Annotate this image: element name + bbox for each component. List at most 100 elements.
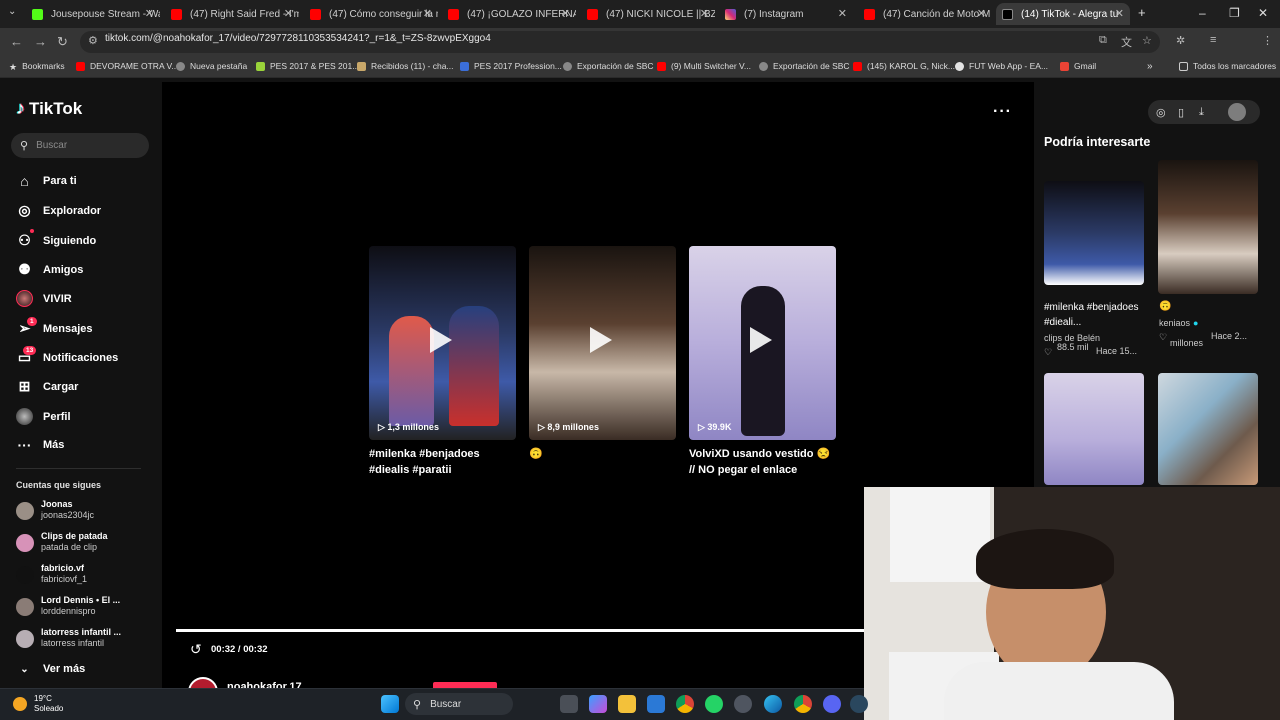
sidebar-item-mas[interactable]: ··· Más bbox=[16, 437, 65, 453]
close-icon[interactable]: ✕ bbox=[284, 7, 293, 20]
sidebar-item-explorador[interactable]: ◎ Explorador bbox=[16, 202, 101, 219]
following-account[interactable]: Lord Dennis • El ... lorddennispro bbox=[16, 595, 120, 617]
new-tab-icon[interactable]: + bbox=[1138, 5, 1146, 20]
user-avatar[interactable] bbox=[1228, 103, 1246, 121]
coin-icon[interactable]: ◎ bbox=[1156, 106, 1166, 119]
store-icon[interactable] bbox=[647, 695, 665, 713]
close-icon[interactable]: ✕ bbox=[423, 7, 432, 20]
more-options-icon[interactable]: ··· bbox=[993, 103, 1012, 121]
sidebar-divider bbox=[16, 468, 141, 469]
discord-icon[interactable] bbox=[823, 695, 841, 713]
following-account[interactable]: fabricio.vf fabriciovf_1 bbox=[16, 563, 87, 585]
sidebar-item-perfil[interactable]: Perfil bbox=[16, 408, 71, 425]
tab-2[interactable]: (47) Cómo conseguir la m ✕ bbox=[304, 3, 438, 25]
sidebar-item-amigos[interactable]: ⚉ Amigos bbox=[16, 261, 83, 278]
chevron-down-icon: ⌄ bbox=[20, 663, 29, 675]
recommended-caption[interactable]: 🙃 bbox=[1159, 299, 1171, 314]
tab-3[interactable]: (47) ¡GOLAZO INFERNAL ✕ bbox=[442, 3, 576, 25]
recommended-thumbnail[interactable] bbox=[1044, 181, 1144, 285]
close-icon[interactable]: ✕ bbox=[145, 7, 154, 20]
video-caption[interactable]: VolviXD usando vestido 😒 // NO pegar el … bbox=[689, 446, 839, 478]
reload-icon[interactable]: ↻ bbox=[57, 34, 68, 50]
whatsapp-icon[interactable] bbox=[705, 695, 723, 713]
chrome-icon[interactable] bbox=[676, 695, 694, 713]
close-icon[interactable]: ✕ bbox=[1115, 7, 1124, 20]
bookmark-item[interactable]: (145) KAROL G, Nick... bbox=[853, 61, 955, 71]
video-caption[interactable]: 🙃 bbox=[529, 446, 679, 462]
recommended-thumbnail[interactable] bbox=[1044, 373, 1144, 485]
close-icon[interactable]: ✕ bbox=[838, 7, 847, 20]
bookmark-item[interactable]: FUT Web App - EA... bbox=[955, 61, 1048, 71]
related-video-card[interactable]: ▷ 8,9 millones bbox=[529, 246, 676, 440]
close-window-icon[interactable]: ✕ bbox=[1258, 6, 1268, 20]
weather-widget[interactable]: 19°C Soleado bbox=[34, 694, 63, 714]
chrome-icon[interactable] bbox=[794, 695, 812, 713]
weather-sun-icon[interactable] bbox=[13, 697, 27, 711]
media-icon[interactable]: ≡ bbox=[1210, 34, 1216, 46]
see-more-button[interactable]: ⌄ Ver más bbox=[16, 663, 85, 675]
recommended-author[interactable]: keniaos bbox=[1159, 318, 1190, 328]
bookmark-item[interactable]: Gmail bbox=[1060, 61, 1096, 71]
chevron-right-icon[interactable]: » bbox=[1147, 61, 1153, 72]
minimize-icon[interactable]: – bbox=[1199, 6, 1206, 20]
tab-5[interactable]: (7) Instagram ✕ bbox=[719, 3, 853, 25]
bookmark-item[interactable]: Exportación de SBC bbox=[759, 61, 850, 71]
tab-7-active[interactable]: (14) TikTok - Alegra tu ✕ bbox=[996, 3, 1130, 25]
menu-kebab-icon[interactable]: ⋮ bbox=[1262, 34, 1273, 47]
tab-1[interactable]: (47) Right Said Fred - I'm ✕ bbox=[165, 3, 299, 25]
bookmark-item[interactable]: (9) Multi Switcher V... bbox=[657, 61, 751, 71]
url-text[interactable]: tiktok.com/@noahokafor_17/video/72977281… bbox=[105, 33, 491, 44]
close-icon[interactable]: ✕ bbox=[700, 7, 709, 20]
translate-icon[interactable]: 文 bbox=[1121, 34, 1132, 50]
bookmark-item[interactable]: PES 2017 Profession... bbox=[460, 61, 562, 71]
following-account[interactable]: latorress infantil ... latorress infantil bbox=[16, 627, 121, 649]
tab-0[interactable]: Jousepouse Stream - Wat ✕ bbox=[26, 3, 160, 25]
bookmark-item[interactable]: ★ Bookmarks bbox=[9, 61, 65, 72]
search-input[interactable]: ⚲ Buscar bbox=[11, 133, 149, 158]
following-account[interactable]: Joonas joonas2304jc bbox=[16, 499, 94, 521]
following-dot bbox=[30, 229, 34, 233]
copilot-icon[interactable] bbox=[589, 695, 607, 713]
recommended-thumbnail[interactable] bbox=[1158, 160, 1258, 294]
tab-6[interactable]: (47) Canción de Moto M ✕ bbox=[858, 3, 992, 25]
edge-icon[interactable] bbox=[764, 695, 782, 713]
all-bookmarks[interactable]: Todos los marcadores bbox=[1179, 61, 1276, 71]
taskbar-search[interactable]: ⚲ Buscar bbox=[405, 693, 513, 715]
install-app-icon[interactable]: ⧉ bbox=[1099, 34, 1107, 47]
recommended-thumbnail[interactable] bbox=[1158, 373, 1258, 485]
bookmark-item[interactable]: Recibidos (11) - cha... bbox=[357, 61, 454, 71]
steam-icon[interactable] bbox=[850, 695, 868, 713]
bookmark-item[interactable]: DEVORAME OTRA V... bbox=[76, 61, 179, 71]
site-info-icon[interactable]: ⚙ bbox=[88, 34, 98, 47]
close-icon[interactable]: ✕ bbox=[977, 7, 986, 20]
related-video-card[interactable]: ▷ 39.9K bbox=[689, 246, 836, 440]
star-icon[interactable]: ☆ bbox=[1142, 34, 1152, 47]
recommended-caption[interactable]: #milenka #benjadoes #dieali... bbox=[1044, 300, 1144, 330]
related-video-card[interactable]: ▷ 1,3 millones bbox=[369, 246, 516, 440]
tab-4[interactable]: (47) NICKI NICOLE || BZR ✕ bbox=[581, 3, 715, 25]
windows-start-icon[interactable] bbox=[381, 695, 399, 713]
following-account[interactable]: Clips de patada patada de clip bbox=[16, 531, 108, 553]
xbox-icon[interactable] bbox=[734, 695, 752, 713]
sidebar-item-siguiendo[interactable]: ⚇ Siguiendo bbox=[16, 232, 96, 249]
extensions-icon[interactable]: ✲ bbox=[1176, 34, 1185, 47]
forward-icon[interactable]: → bbox=[34, 34, 47, 49]
tiktok-logo[interactable]: ♪ TikTok bbox=[16, 98, 82, 119]
task-view-icon[interactable] bbox=[560, 695, 578, 713]
file-explorer-icon[interactable] bbox=[618, 695, 636, 713]
download-icon[interactable]: ⤓ bbox=[1199, 106, 1204, 119]
bookmark-item[interactable]: Exportación de SBC bbox=[563, 61, 654, 71]
bookmark-item[interactable]: Nueva pestaña bbox=[176, 61, 247, 71]
back-icon[interactable]: ← bbox=[10, 34, 23, 49]
replay-icon[interactable]: ↺ bbox=[190, 641, 202, 658]
close-icon[interactable]: ✕ bbox=[561, 7, 570, 20]
progress-bar[interactable] bbox=[176, 629, 866, 632]
device-icon[interactable]: ▯ bbox=[1178, 106, 1184, 119]
sidebar-item-para-ti[interactable]: ⌂ Para ti bbox=[16, 173, 76, 189]
sidebar-item-cargar[interactable]: ⊞ Cargar bbox=[16, 378, 79, 395]
video-caption[interactable]: #milenka #benjadoes #diealis #paratii bbox=[369, 446, 519, 478]
tab-search-icon[interactable]: ⌄ bbox=[8, 6, 16, 17]
bookmark-item[interactable]: PES 2017 & PES 201... bbox=[256, 61, 359, 71]
sidebar-item-vivir[interactable]: VIVIR bbox=[16, 290, 72, 307]
restore-icon[interactable]: ❐ bbox=[1229, 6, 1240, 20]
